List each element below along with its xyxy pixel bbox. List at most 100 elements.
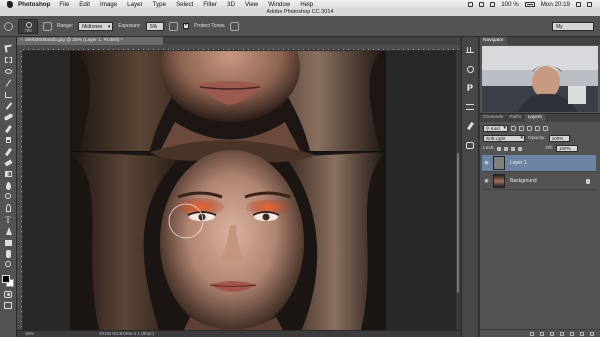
zoom-level[interactable]: 25% xyxy=(25,331,34,337)
tab-layers[interactable]: Layers xyxy=(524,114,545,122)
menu-help[interactable]: Help xyxy=(300,1,313,8)
eye-icon[interactable]: ◉ xyxy=(482,178,491,184)
new-group-icon[interactable] xyxy=(570,331,574,336)
lock-label: Lock: xyxy=(483,146,495,151)
apple-icon[interactable] xyxy=(7,1,13,8)
pen-tool-icon[interactable] xyxy=(4,204,13,213)
layer-style-icon[interactable] xyxy=(540,331,544,336)
dropbox-icon[interactable] xyxy=(468,2,474,7)
blur-tool-icon[interactable] xyxy=(4,181,13,190)
layer-row-layer-1[interactable]: ◉ Layer 1 xyxy=(482,155,596,172)
document-image[interactable] xyxy=(70,51,386,330)
filter-adjustment-icon[interactable] xyxy=(518,126,524,131)
volume-icon[interactable] xyxy=(490,2,496,7)
layer-name[interactable]: Background xyxy=(510,178,537,184)
protect-tones-checkbox[interactable] xyxy=(183,21,189,29)
layer-row-background[interactable]: ◉ Background xyxy=(482,173,596,190)
battery-icon[interactable] xyxy=(524,2,535,7)
brush-preset-picker[interactable]: 700 xyxy=(18,18,38,34)
history-panel-button[interactable] xyxy=(465,45,476,55)
quick-selection-tool-icon[interactable] xyxy=(4,79,13,87)
document-tab[interactable]: × 59eb5606a0db.jpg @ 25% (Layer 1, RGB/8)… xyxy=(17,37,163,45)
link-layers-icon[interactable] xyxy=(530,331,534,336)
new-layer-icon[interactable] xyxy=(580,331,584,336)
wifi-icon[interactable] xyxy=(479,2,485,7)
lock-row: Lock: Fill: 100% xyxy=(483,145,578,152)
battery-percent: 100 % xyxy=(501,1,519,8)
layer-filter-select[interactable]: ⚲ Kind xyxy=(483,125,508,132)
tab-channels[interactable]: Channels xyxy=(480,114,506,122)
paragraph-panel-button[interactable]: P xyxy=(465,83,476,93)
zoom-tool-icon[interactable] xyxy=(4,261,13,269)
tab-navigator[interactable]: Navigator xyxy=(480,37,507,45)
menu-edit[interactable]: Edit xyxy=(79,1,90,8)
workspace-select[interactable]: My xyxy=(552,21,594,31)
menu-image[interactable]: Image xyxy=(100,1,117,8)
foreground-color-swatch[interactable] xyxy=(1,274,10,283)
filter-pixel-icon[interactable] xyxy=(510,126,516,131)
rectangle-tool-icon[interactable] xyxy=(4,239,13,247)
eyedropper-tool-icon[interactable] xyxy=(4,102,13,110)
lock-position-icon[interactable] xyxy=(511,146,516,151)
add-mask-icon[interactable] xyxy=(550,331,554,336)
lock-all-icon[interactable] xyxy=(518,146,523,151)
quick-mask-icon[interactable] xyxy=(4,291,12,299)
brush-size: 700 xyxy=(24,27,32,33)
gradient-tool-icon[interactable] xyxy=(4,170,13,178)
type-tool-icon[interactable]: T xyxy=(4,215,13,224)
scrollbar-thumb[interactable] xyxy=(457,153,459,293)
spotlight-icon[interactable] xyxy=(576,2,581,7)
info-panel-button[interactable] xyxy=(465,64,476,74)
move-tool-icon[interactable] xyxy=(3,44,13,53)
menu-view[interactable]: View xyxy=(245,1,258,8)
menu-type[interactable]: Type xyxy=(153,1,166,8)
fill-input[interactable]: 100% xyxy=(555,145,578,152)
clone-stamp-tool-icon[interactable] xyxy=(4,136,13,144)
dodge-tool-icon[interactable] xyxy=(4,21,13,31)
menu-app-name[interactable]: Photoshop xyxy=(18,1,50,8)
filter-type-icon[interactable] xyxy=(526,126,532,131)
history-brush-tool-icon[interactable] xyxy=(4,147,13,156)
brush-panel-button[interactable] xyxy=(465,121,476,131)
clock[interactable]: Mon 20:19 xyxy=(541,1,570,8)
vertical-scrollbar[interactable] xyxy=(456,51,460,330)
menu-3d[interactable]: 3D xyxy=(227,1,235,8)
lock-pixels-icon[interactable] xyxy=(504,146,509,151)
layer-name[interactable]: Layer 1 xyxy=(510,160,527,166)
notification-center-icon[interactable] xyxy=(587,2,592,7)
lock-transparent-icon[interactable] xyxy=(497,146,502,151)
color-swatches[interactable] xyxy=(1,274,15,288)
canvas-area[interactable] xyxy=(23,51,456,330)
filter-shape-icon[interactable] xyxy=(534,126,540,131)
menu-window[interactable]: Window xyxy=(268,1,290,8)
healing-brush-tool-icon[interactable] xyxy=(3,113,13,122)
color-profile[interactable]: sRGB IEC61966-2.1 (8bpc) xyxy=(99,331,154,337)
opacity-input[interactable]: 100% xyxy=(548,135,571,142)
range-select[interactable]: Midtones xyxy=(78,21,114,31)
dodge-tool-icon[interactable] xyxy=(4,193,13,201)
menu-select[interactable]: Select xyxy=(176,1,193,8)
menu-layer[interactable]: Layer xyxy=(127,1,142,8)
hand-tool-icon[interactable] xyxy=(4,250,13,259)
exposure-input[interactable]: 5% xyxy=(145,21,165,31)
brush-panel-toggle-icon[interactable] xyxy=(43,21,52,31)
tab-paths[interactable]: Paths xyxy=(506,114,524,122)
airbrush-icon[interactable] xyxy=(169,21,179,31)
eraser-tool-icon[interactable] xyxy=(3,159,13,167)
adjustment-layer-icon[interactable] xyxy=(560,331,564,336)
blend-mode-select[interactable]: Soft Light xyxy=(483,135,525,142)
menu-file[interactable]: File xyxy=(59,1,69,8)
crop-tool-icon[interactable] xyxy=(4,91,13,99)
filter-smart-object-icon[interactable] xyxy=(542,126,548,131)
lasso-tool-icon[interactable] xyxy=(4,68,13,76)
eye-icon[interactable]: ◉ xyxy=(482,160,491,166)
menu-filter[interactable]: Filter xyxy=(203,1,217,8)
paragraph-styles-button[interactable] xyxy=(465,102,476,112)
screen-mode-icon[interactable] xyxy=(4,301,12,309)
brush-tool-icon[interactable] xyxy=(4,124,13,133)
path-selection-tool-icon[interactable] xyxy=(4,227,13,236)
pressure-size-icon[interactable] xyxy=(229,21,239,31)
marquee-tool-icon[interactable] xyxy=(4,56,13,64)
delete-layer-icon[interactable] xyxy=(590,331,594,336)
masks-panel-button[interactable] xyxy=(465,140,476,150)
